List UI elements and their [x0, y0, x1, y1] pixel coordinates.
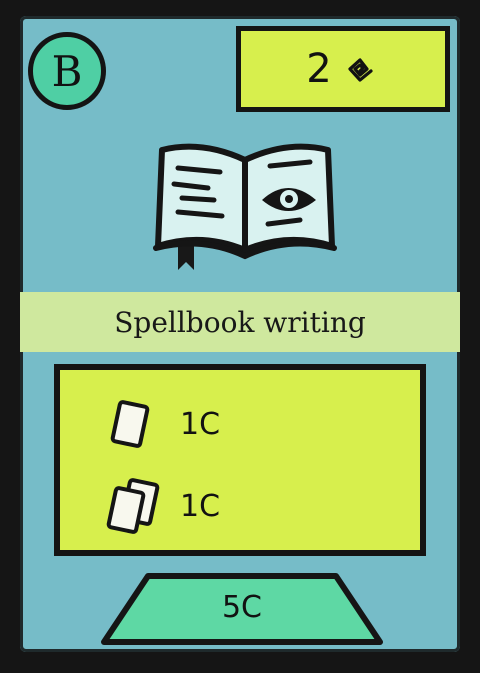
double-card-icon [104, 476, 168, 536]
game-card[interactable]: B 2 Spellbook writing 1C 1C 5C [0, 0, 480, 673]
price-tab[interactable]: 5C [100, 572, 384, 646]
cost-row: 1C [104, 476, 220, 536]
spiral-rune-icon [340, 49, 380, 89]
points-value: 2 [306, 46, 332, 92]
price-value: 5C [221, 590, 263, 625]
tier-label: B [51, 46, 83, 96]
cost-row: 1C [104, 394, 220, 454]
cost-box: 1C 1C [54, 364, 426, 556]
cost-value: 1C [180, 406, 221, 442]
card-title: Spellbook writing [114, 305, 366, 339]
tier-badge: B [28, 32, 106, 110]
title-band: Spellbook writing [20, 292, 460, 352]
points-box: 2 [236, 26, 450, 112]
single-card-icon [104, 394, 168, 454]
open-spellbook-icon [150, 136, 340, 276]
cost-value: 1C [180, 488, 221, 524]
